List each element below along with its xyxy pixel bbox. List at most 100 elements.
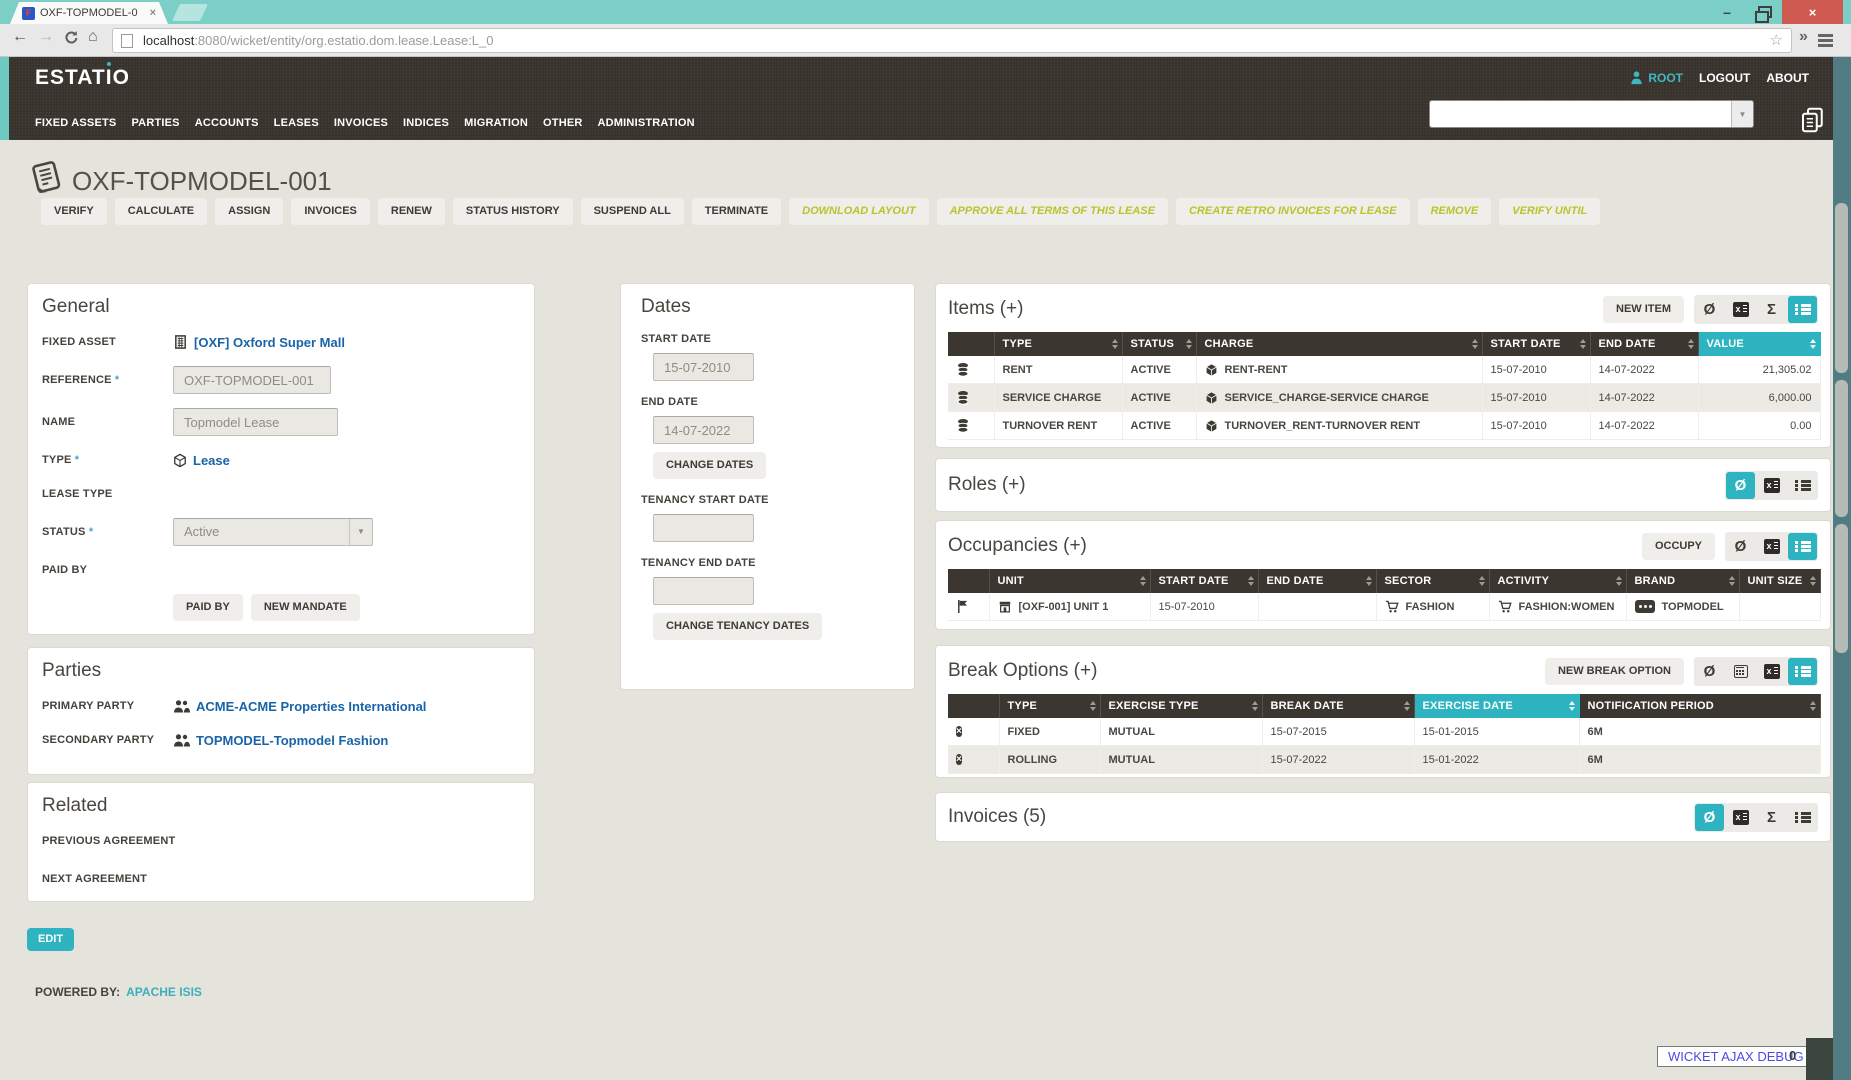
overflow-chevrons-icon[interactable]: » xyxy=(1799,28,1808,46)
summary-sigma-icon[interactable]: Σ xyxy=(1757,296,1786,323)
about-link[interactable]: ABOUT xyxy=(1766,71,1809,85)
nav-accounts[interactable]: ACCOUNTS xyxy=(195,117,259,129)
panel-title[interactable]: Invoices (5) xyxy=(948,806,1694,828)
bookmark-star-icon[interactable]: ☆ xyxy=(1770,31,1783,49)
col-end-date[interactable]: END DATE xyxy=(1258,569,1376,593)
type-link[interactable]: Lease xyxy=(193,453,230,468)
status-history-button[interactable]: STATUS HISTORY xyxy=(453,198,573,225)
col-activity[interactable]: ACTIVITY xyxy=(1489,569,1626,593)
logout-link[interactable]: LOGOUT xyxy=(1699,71,1750,85)
secondary-party-link[interactable]: TOPMODEL-Topmodel Fashion xyxy=(196,733,388,748)
new-item-button[interactable]: NEW ITEM xyxy=(1603,296,1684,323)
change-tenancy-dates-button[interactable]: CHANGE TENANCY DATES xyxy=(653,613,822,640)
nav-administration[interactable]: ADMINISTRATION xyxy=(598,117,695,129)
export-excel-icon[interactable]: x xyxy=(1726,804,1755,831)
panel-title[interactable]: Occupancies (+) xyxy=(948,535,1642,557)
primary-party-link[interactable]: ACME-ACME Properties International xyxy=(196,699,426,714)
list-view-icon[interactable] xyxy=(1788,533,1817,560)
sort-icon[interactable] xyxy=(1140,576,1146,586)
new-break-option-button[interactable]: NEW BREAK OPTION xyxy=(1545,658,1684,685)
approve-all-terms-button[interactable]: APPROVE ALL TERMS OF THIS LEASE xyxy=(937,198,1168,225)
hide-table-icon[interactable]: Ø xyxy=(1726,533,1755,560)
sort-icon[interactable] xyxy=(1479,576,1485,586)
hide-table-icon[interactable]: Ø xyxy=(1695,296,1724,323)
window-close-button[interactable]: × xyxy=(1782,0,1843,24)
col-exercise-type[interactable]: EXERCISE TYPE xyxy=(1100,694,1262,718)
edit-button[interactable]: EDIT xyxy=(27,928,74,951)
paid-by-button[interactable]: PAID BY xyxy=(173,594,243,621)
remove-button[interactable]: REMOVE xyxy=(1418,198,1492,225)
scrollbar-thumb[interactable] xyxy=(1835,203,1848,373)
table-row[interactable]: × ROLLING MUTUAL 15-07-2022 15-01-2022 6… xyxy=(948,746,1820,774)
verify-until-button[interactable]: VERIFY UNTIL xyxy=(1499,198,1600,225)
browser-menu-icon[interactable] xyxy=(1818,34,1833,37)
calculate-button[interactable]: CALCULATE xyxy=(115,198,207,225)
apache-isis-link[interactable]: APACHE ISIS xyxy=(126,985,202,999)
sort-icon[interactable] xyxy=(1729,576,1735,586)
col-start-date[interactable]: START DATE xyxy=(1150,569,1258,593)
sort-icon[interactable] xyxy=(1248,576,1254,586)
refresh-button[interactable] xyxy=(63,30,78,45)
renew-button[interactable]: RENEW xyxy=(378,198,445,225)
list-view-icon[interactable] xyxy=(1788,658,1817,685)
delete-row-icon[interactable]: × xyxy=(956,754,962,765)
sort-icon[interactable] xyxy=(1472,339,1478,349)
change-dates-button[interactable]: CHANGE DATES xyxy=(653,452,766,479)
nav-other[interactable]: OTHER xyxy=(543,117,583,129)
nav-fixed-assets[interactable]: FIXED ASSETS xyxy=(35,117,116,129)
sort-icon[interactable] xyxy=(1810,576,1816,586)
address-bar[interactable]: localhost :8080/wicket/entity/org.estati… xyxy=(112,28,1792,53)
summary-sigma-icon[interactable]: Σ xyxy=(1757,804,1786,831)
global-search-box[interactable]: ▼ xyxy=(1429,100,1754,128)
table-row[interactable]: [OXF-001] UNIT 1 15-07-2010 FASHION FASH… xyxy=(948,593,1820,621)
col-unit-size[interactable]: UNIT SIZE xyxy=(1739,569,1820,593)
col-brand[interactable]: BRAND xyxy=(1626,569,1739,593)
sort-icon[interactable] xyxy=(1580,339,1586,349)
panel-title[interactable]: Roles (+) xyxy=(948,474,1725,496)
nav-leases[interactable]: LEASES xyxy=(274,117,319,129)
user-menu[interactable]: ROOT xyxy=(1629,70,1683,85)
col-sector[interactable]: SECTOR xyxy=(1376,569,1489,593)
table-row[interactable]: SERVICE CHARGE ACTIVE SERVICE_CHARGE-SER… xyxy=(948,384,1820,412)
terminate-button[interactable]: TERMINATE xyxy=(692,198,781,225)
back-button[interactable]: ← xyxy=(12,28,28,46)
col-start-date[interactable]: START DATE xyxy=(1482,332,1590,356)
table-row[interactable]: RENT ACTIVE RENT-RENT 15-07-2010 14-07-2… xyxy=(948,356,1820,384)
sort-icon[interactable] xyxy=(1252,701,1258,711)
window-minimize-button[interactable]: – xyxy=(1706,0,1748,24)
occupy-button[interactable]: OCCUPY xyxy=(1642,533,1715,560)
calendar-view-icon[interactable] xyxy=(1726,658,1755,685)
list-view-icon[interactable] xyxy=(1788,472,1817,499)
scrollbar-thumb[interactable] xyxy=(1835,524,1848,653)
col-break-date[interactable]: BREAK DATE xyxy=(1262,694,1414,718)
col-end-date[interactable]: END DATE xyxy=(1590,332,1698,356)
nav-invoices[interactable]: INVOICES xyxy=(334,117,388,129)
show-table-icon[interactable]: Ø xyxy=(1695,804,1724,831)
verify-button[interactable]: VERIFY xyxy=(41,198,107,225)
download-layout-button[interactable]: DOWNLOAD LAYOUT xyxy=(789,198,928,225)
export-excel-icon[interactable]: x xyxy=(1757,533,1786,560)
chevron-down-icon[interactable]: ▼ xyxy=(1731,101,1753,127)
col-charge[interactable]: CHARGE xyxy=(1196,332,1482,356)
table-row[interactable]: × FIXED MUTUAL 15-07-2015 15-01-2015 6M xyxy=(948,718,1820,746)
create-retro-invoices-button[interactable]: CREATE RETRO INVOICES FOR LEASE xyxy=(1176,198,1410,225)
assign-button[interactable]: ASSIGN xyxy=(215,198,283,225)
sort-icon[interactable] xyxy=(1616,576,1622,586)
col-type[interactable]: TYPE xyxy=(994,332,1122,356)
copy-bookmark-icon[interactable] xyxy=(1798,104,1828,136)
sort-icon[interactable] xyxy=(1810,701,1816,711)
hide-table-icon[interactable]: Ø xyxy=(1695,658,1724,685)
col-type[interactable]: TYPE xyxy=(999,694,1100,718)
browser-tab[interactable]: F OXF-TOPMODEL-001 × xyxy=(10,2,168,24)
col-status[interactable]: STATUS xyxy=(1122,332,1196,356)
list-view-icon[interactable] xyxy=(1788,804,1817,831)
sort-icon[interactable] xyxy=(1366,576,1372,586)
nav-parties[interactable]: PARTIES xyxy=(131,117,179,129)
panel-title[interactable]: Items (+) xyxy=(948,298,1603,320)
fixed-asset-link[interactable]: [OXF] Oxford Super Mall xyxy=(194,335,345,350)
scrollbar-thumb[interactable] xyxy=(1835,380,1848,517)
home-button[interactable]: ⌂ xyxy=(88,28,98,46)
page-scrollbar[interactable] xyxy=(1833,57,1851,1080)
sort-icon[interactable] xyxy=(1810,339,1816,349)
delete-row-icon[interactable]: × xyxy=(956,726,962,737)
